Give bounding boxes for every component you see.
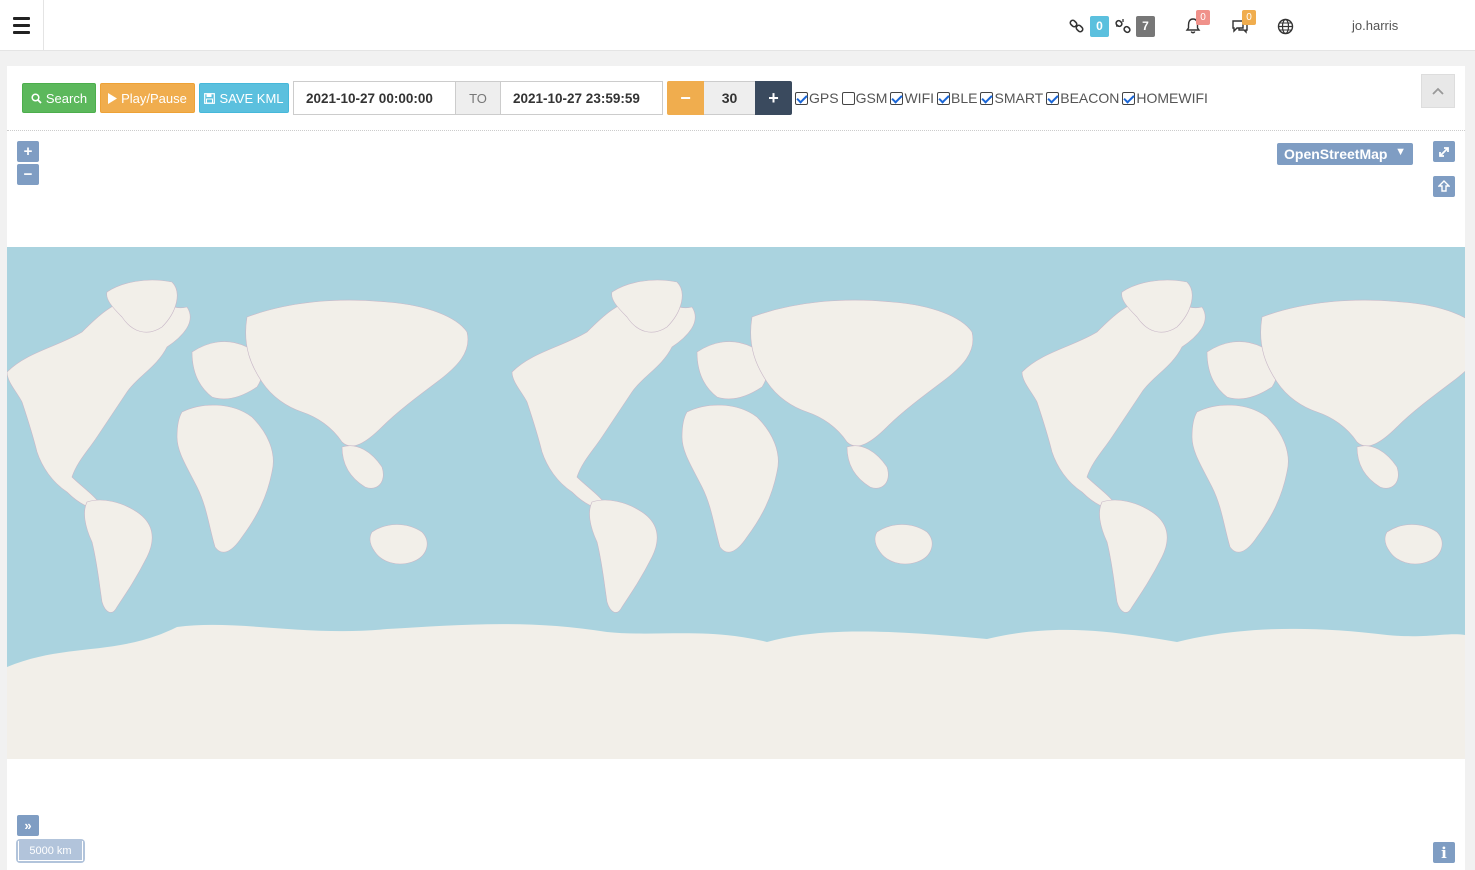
notifications-count-badge: 0 [1196,10,1210,25]
language-button[interactable] [1277,14,1294,38]
links-count-badge: 0 [1090,15,1109,37]
map-layer-select[interactable]: OpenStreetMap ▼ [1277,143,1413,165]
collapse-panel-button[interactable] [1421,74,1455,108]
expand-icon [1439,146,1449,157]
link-icon [1069,19,1084,33]
scale-line: 5000 km [16,839,85,863]
checkbox[interactable] [890,91,904,105]
overview-map-toggle[interactable]: » [17,815,39,836]
date-from-input[interactable]: 2021-10-27 00:00:00 [293,81,456,115]
arrow-up-icon [1438,180,1450,192]
play-icon [108,92,118,104]
checkbox[interactable] [937,91,951,105]
chevron-up-icon [1432,87,1444,95]
filter-ble[interactable]: BLE [937,90,977,106]
filter-label: GPS [809,90,839,106]
checkbox[interactable] [1046,91,1060,105]
globe-icon [1277,18,1294,34]
minus-icon: − [680,87,691,108]
date-range-separator: TO [455,81,501,115]
dropdown-arrow-icon: ▼ [1395,146,1406,158]
messages-button[interactable]: 0 [1230,10,1256,38]
fullscreen-button[interactable] [1433,141,1455,162]
filter-label: WIFI [904,90,935,106]
hamburger-icon [13,17,30,20]
search-button-label: Search [45,90,88,106]
user-menu[interactable]: jo.harris [1352,18,1398,33]
plus-icon: + [768,87,779,108]
filter-label: SMART [994,90,1044,106]
connected-links-button[interactable]: 0 [1068,14,1109,38]
map-view[interactable]: + − OpenStreetMap ▼ » 5000 km i [7,132,1465,870]
unlink-icon [1115,19,1131,34]
messages-count-badge: 0 [1242,10,1256,25]
top-navbar: 0 7 0 0 jo.harris [0,0,1475,51]
broken-links-button[interactable]: 7 [1114,14,1155,38]
info-icon: i [1441,843,1447,862]
notifications-button[interactable]: 0 [1184,10,1210,38]
tracking-panel: Search Play/Pause SAVE KML 2021-10-27 00… [7,66,1465,870]
filter-smart[interactable]: SMART [980,90,1043,106]
filter-toolbar: Search Play/Pause SAVE KML 2021-10-27 00… [7,66,1465,131]
filter-beacon[interactable]: BEACON [1046,90,1119,106]
filter-label: BLE [951,90,978,106]
zoom-out-button[interactable]: − [17,164,39,185]
checkbox[interactable] [1122,91,1136,105]
play-pause-button[interactable]: Play/Pause [100,83,195,113]
double-chevron-right-icon: » [24,818,32,833]
checkbox[interactable] [841,91,855,105]
save-kml-button[interactable]: SAVE KML [199,83,289,113]
decrement-button[interactable]: − [667,81,704,115]
search-icon [31,92,42,104]
world-map-tiles[interactable] [7,247,1465,759]
attribution-button[interactable]: i [1433,842,1455,863]
source-filters: GPS GSM WIFI BLE SMART BEACON HOMEWIFI [795,90,1211,106]
increment-button[interactable]: + [755,81,792,115]
filter-label: BEACON [1060,90,1120,106]
save-kml-label: SAVE KML [219,90,284,106]
zoom-to-extent-button[interactable] [1433,176,1455,197]
zoom-in-button[interactable]: + [17,141,39,162]
checkbox[interactable] [980,91,994,105]
filter-wifi[interactable]: WIFI [890,90,934,106]
search-button[interactable]: Search [22,83,96,113]
menu-toggle-button[interactable] [0,0,44,51]
play-pause-label: Play/Pause [121,90,187,106]
filter-gsm[interactable]: GSM [841,90,888,106]
hamburger-icon-bar [13,24,30,27]
filter-label: GSM [855,90,888,106]
filter-gps[interactable]: GPS [795,90,839,106]
hamburger-icon-bar [13,31,30,34]
filter-homewifi[interactable]: HOMEWIFI [1122,90,1208,106]
broken-links-count-badge: 7 [1136,15,1155,37]
filter-label: HOMEWIFI [1136,90,1208,106]
date-to-input[interactable]: 2021-10-27 23:59:59 [500,81,663,115]
floppy-disk-icon [204,92,216,104]
map-layer-label: OpenStreetMap [1284,146,1388,162]
step-value-input[interactable]: 30 [704,81,755,115]
scale-label: 5000 km [18,841,83,861]
checkbox[interactable] [795,91,808,105]
